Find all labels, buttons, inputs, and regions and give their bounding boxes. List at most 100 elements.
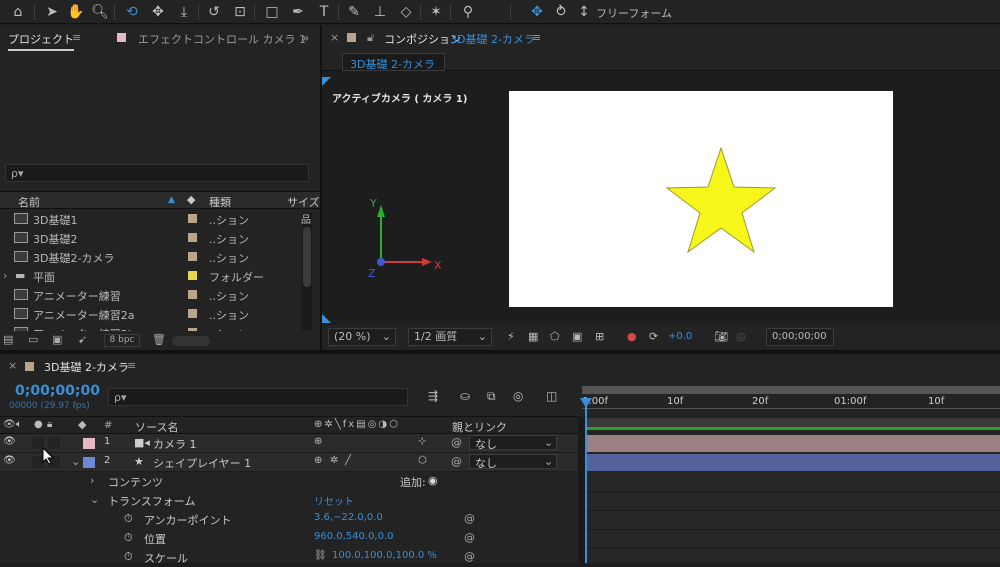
layer-duration-bar[interactable]	[586, 435, 1000, 452]
show-snapshot-icon[interactable]: ◎	[736, 330, 746, 343]
orbit-camera-tool-icon[interactable]: ⟲	[122, 2, 142, 22]
timeline-search-input[interactable]: ρ▾	[108, 388, 408, 406]
col-size[interactable]: サイズ	[287, 194, 320, 210]
label-color-swatch[interactable]	[188, 309, 197, 318]
add-menu-icon[interactable]: ◉	[428, 474, 438, 487]
flowchart-icon[interactable]: 品	[301, 211, 311, 226]
label-color-swatch[interactable]	[188, 271, 197, 280]
layer-row[interactable]: 👁︎ ⌄ 2 ★ シェイプレイヤー 1 ⊕ ✲ ╱ ⬡ @ なし ⌄	[0, 453, 578, 472]
lock-column-icon[interactable]: 🔒︎	[47, 419, 52, 430]
dolly-camera-tool-icon[interactable]: ⤓	[174, 2, 194, 22]
pen-tool-icon[interactable]: ✒	[288, 2, 308, 22]
label-color-swatch[interactable]	[188, 252, 197, 261]
exposure-value[interactable]: +0.0	[668, 331, 692, 342]
rotate-tool-icon[interactable]: ↺	[204, 2, 224, 22]
scale-row[interactable]: ⏱ スケール ⛓ 100.0,100.0,100.0 % @	[0, 548, 578, 567]
close-tab-icon[interactable]: ×	[330, 31, 339, 44]
3d-layer-icon[interactable]: ⬡	[418, 455, 427, 466]
constrain-proportions-icon[interactable]: ⛓	[314, 550, 327, 561]
tab-effect-controls[interactable]: エフェクトコントロール カメラ 1	[138, 31, 306, 47]
pan-camera-tool-icon[interactable]: ✥	[148, 2, 168, 22]
grid-guides-icon[interactable]: ⊞	[595, 330, 604, 343]
stopwatch-icon[interactable]: ⏱	[124, 512, 133, 526]
zoom-tool-icon[interactable]: 🔍︎	[90, 2, 110, 22]
layer-row[interactable]: 👁︎ 1 ■◂ カメラ 1 ⊕ ⊹ @ なし ⌄	[0, 434, 578, 453]
rectangle-tool-icon[interactable]: □	[262, 2, 282, 22]
layer-label-color[interactable]	[83, 438, 95, 449]
label-color-swatch[interactable]	[188, 233, 197, 242]
brush-tool-icon[interactable]: ✎	[344, 2, 364, 22]
bit-depth-button[interactable]: 8 bpc	[104, 334, 140, 347]
frame-blending-icon[interactable]: ⧉	[487, 389, 496, 404]
anchor-value[interactable]: 3.6,−22.0,0.0	[314, 512, 383, 523]
selection-tool-icon[interactable]: ➤	[42, 2, 62, 22]
layer-name[interactable]: シェイプレイヤー 1	[153, 455, 251, 471]
quality-switch-icon[interactable]: ╱	[345, 455, 351, 466]
project-search-input[interactable]: ρ▾	[5, 164, 309, 182]
workspace-mode-label[interactable]: フリーフォーム	[596, 5, 672, 21]
timeline-timecode[interactable]: 0;00;00;00	[15, 383, 100, 399]
visibility-eye-icon[interactable]: 👁︎	[3, 455, 16, 466]
position-row[interactable]: ⏱ 位置 960.0,540.0,0.0 @	[0, 529, 578, 548]
playhead[interactable]	[585, 398, 587, 563]
project-item[interactable]: アニメーター練習2b..ション	[0, 323, 300, 331]
layer-duration-bar[interactable]	[586, 454, 1000, 471]
roto-brush-tool-icon[interactable]: ✶	[426, 2, 446, 22]
lock-icon[interactable]: 🔓︎	[367, 31, 374, 45]
layer-label-color[interactable]	[83, 457, 95, 468]
project-item[interactable]: 3D基礎2 ..ション	[0, 228, 300, 247]
new-folder-icon[interactable]: ▭	[28, 333, 38, 346]
fast-preview-icon[interactable]: ⚡	[507, 330, 515, 343]
label-color-swatch[interactable]	[188, 214, 197, 223]
col-source-name[interactable]: ソース名	[135, 419, 178, 435]
project-scrollbar[interactable]	[302, 213, 312, 331]
comp-breadcrumb[interactable]: 3D基礎 2-カメラ	[342, 53, 445, 71]
col-name[interactable]: 名前	[18, 194, 40, 210]
comp-flowchart-icon[interactable]: ⇶	[428, 389, 438, 403]
panel-overflow-icon[interactable]: »	[302, 31, 309, 45]
zoom-dropdown[interactable]: (20 %) ⌄	[328, 328, 396, 346]
visibility-eye-icon[interactable]: 👁︎	[3, 436, 16, 447]
solo-icon[interactable]: ●	[34, 419, 43, 430]
clone-stamp-tool-icon[interactable]: ⊥	[370, 2, 390, 22]
interpret-footage-icon[interactable]: ▤	[3, 333, 13, 346]
local-axis-icon[interactable]: ✥	[527, 2, 547, 22]
close-timeline-icon[interactable]: ×	[8, 359, 17, 372]
label-column-icon[interactable]: ◆	[78, 418, 86, 431]
tab-composition-name[interactable]: 3D基礎 2-カメラ	[450, 31, 535, 47]
puppet-pin-tool-icon[interactable]: ⚲	[458, 2, 478, 22]
position-value[interactable]: 960.0,540.0,0.0	[314, 531, 394, 542]
timeline-menu-icon[interactable]: ≡	[127, 359, 136, 372]
expand-arrow-icon[interactable]: ›	[3, 269, 7, 282]
stopwatch-icon[interactable]: ⏱	[124, 550, 133, 564]
project-item[interactable]: 3D基礎1 ..ション	[0, 209, 300, 228]
tab-menu-icon[interactable]: ≡	[72, 31, 81, 44]
work-area-bar[interactable]	[582, 418, 1000, 430]
col-type[interactable]: 種類	[209, 194, 231, 210]
pickwhip-icon[interactable]: @	[464, 550, 475, 563]
comp-viewer[interactable]: アクティブカメラ ( カメラ 1) Y X Z	[322, 77, 1000, 323]
stopwatch-icon[interactable]: ⏱	[124, 531, 133, 545]
graph-editor-icon[interactable]: ◫	[546, 389, 557, 403]
home-icon[interactable]: ⌂	[8, 2, 28, 22]
time-ruler[interactable]: 0:00f 10f 20f 01:00f 10f	[582, 396, 1000, 416]
3d-layer-icon[interactable]: ⊹	[418, 436, 426, 447]
parent-pickwhip-icon[interactable]: @	[451, 455, 462, 468]
pickwhip-icon[interactable]: @	[464, 531, 475, 544]
resolution-dropdown[interactable]: 1/2 画質 ⌄	[408, 328, 492, 346]
audio-toggle-icon[interactable]: 🔈︎	[16, 419, 22, 430]
shy-switch-icon[interactable]: ⊕	[314, 436, 322, 447]
color-channels-icon[interactable]: ●	[627, 330, 637, 343]
video-toggle-icon[interactable]: 👁︎	[3, 419, 16, 430]
reset-link[interactable]: リセット	[314, 493, 354, 508]
type-tool-icon[interactable]: T	[314, 2, 334, 22]
reset-exposure-icon[interactable]: ⟳	[649, 330, 658, 343]
comp-canvas[interactable]	[509, 91, 893, 307]
project-item[interactable]: アニメーター練習2a ..ション	[0, 304, 300, 323]
pan-behind-tool-icon[interactable]: ⊡	[230, 2, 250, 22]
snapshot-icon[interactable]: 📷︎	[714, 330, 728, 343]
expand-layer-icon[interactable]: ⌄	[71, 455, 80, 468]
star-shape[interactable]	[509, 91, 893, 307]
region-of-interest-icon[interactable]: ▣	[572, 330, 582, 343]
layer-name[interactable]: カメラ 1	[153, 436, 197, 452]
